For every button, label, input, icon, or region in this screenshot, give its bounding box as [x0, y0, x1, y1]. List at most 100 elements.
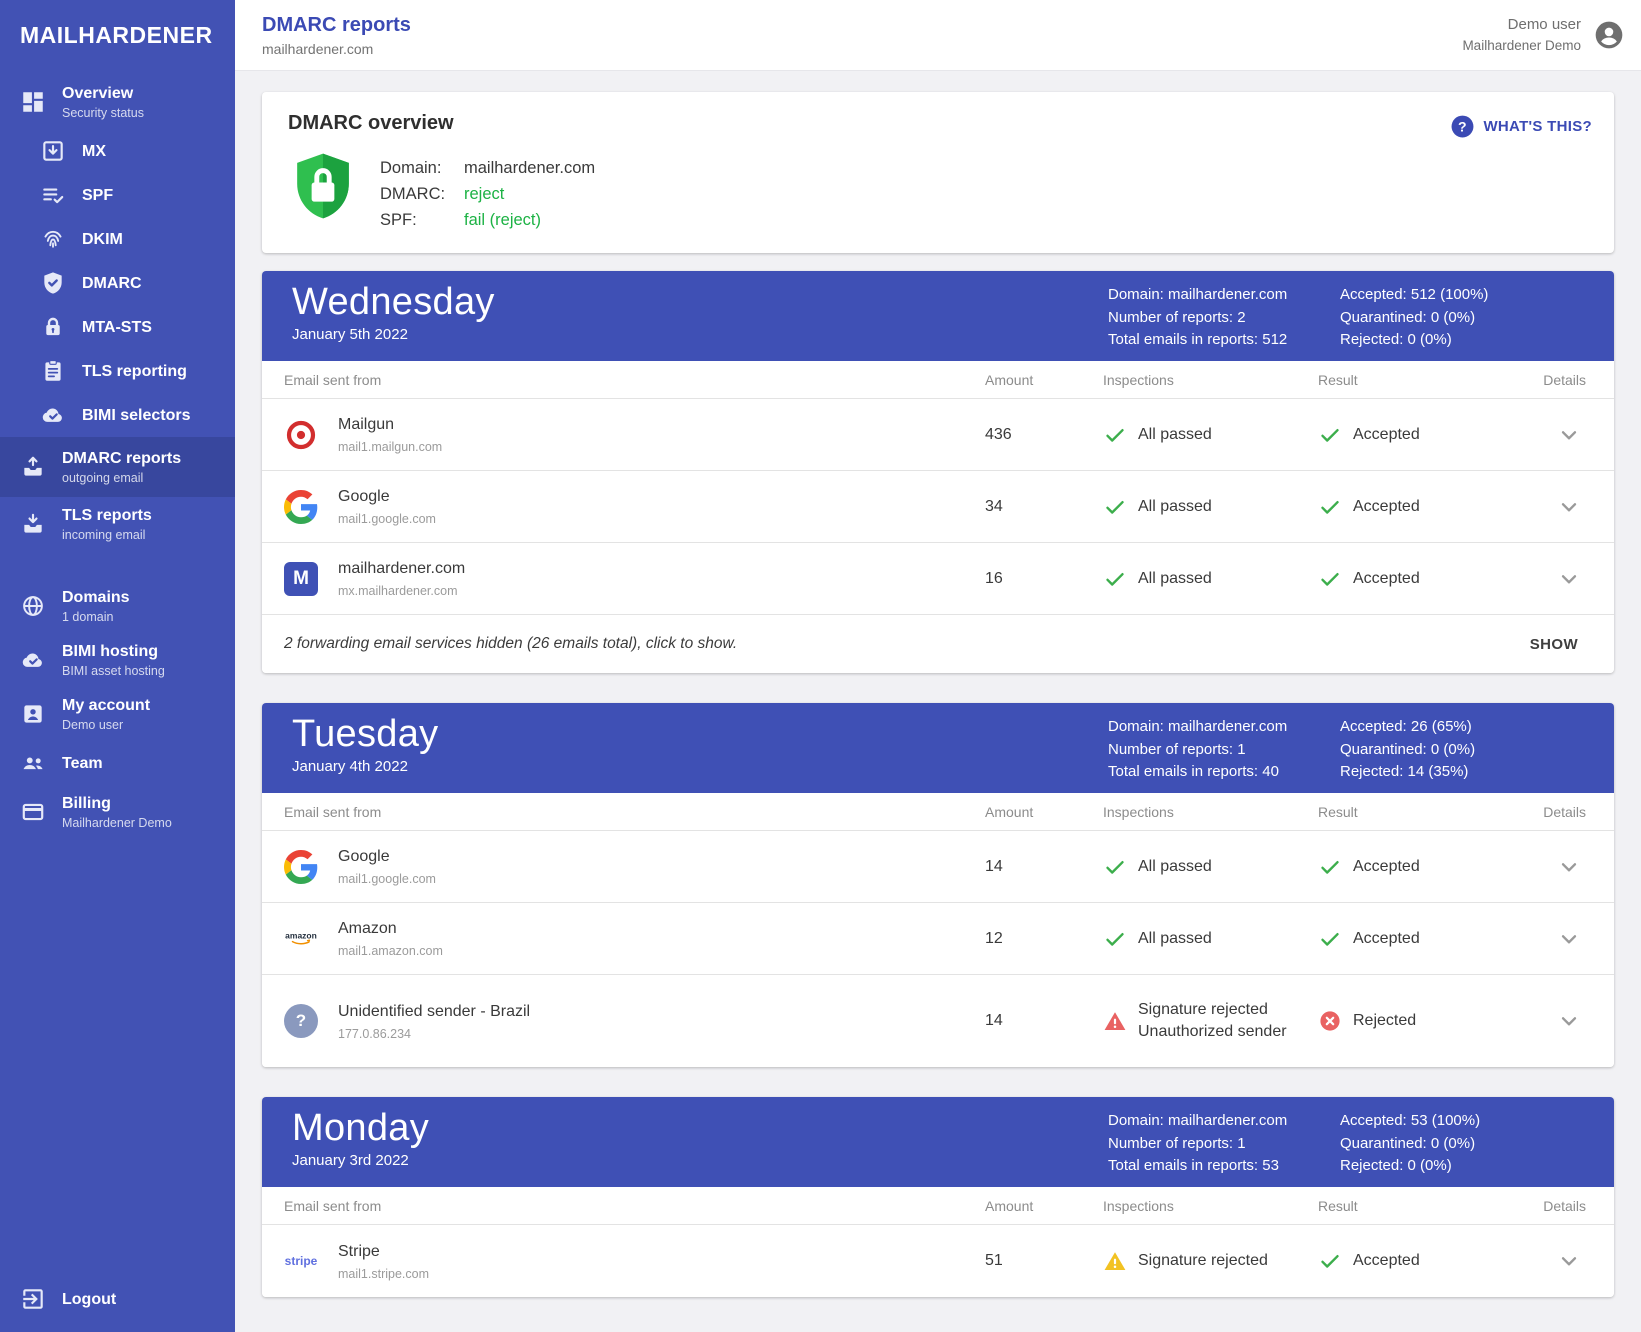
- overview-field-label: SPF:: [380, 207, 464, 233]
- amount-value: 34: [985, 498, 1103, 516]
- check-icon: [1103, 495, 1127, 519]
- column-header-details: Details: [1478, 1198, 1592, 1214]
- svg-text:amazon: amazon: [285, 930, 317, 940]
- column-header-result: Result: [1318, 1198, 1478, 1214]
- tray-up-icon: [20, 454, 46, 480]
- day-name: Wednesday: [292, 280, 495, 325]
- sidebar-item-dmarc-reports[interactable]: DMARC reports outgoing email: [0, 437, 235, 497]
- hidden-services-text: 2 forwarding email services hidden (26 e…: [284, 635, 737, 653]
- sidebar-item-dkim[interactable]: DKIM: [0, 217, 235, 261]
- sender-host: mx.mailhardener.com: [338, 584, 465, 598]
- sidebar-item-tls-reports[interactable]: TLS reports incoming email: [0, 497, 235, 551]
- sidebar-item-mta-sts[interactable]: MTA-STS: [0, 305, 235, 349]
- inspection-text: Unauthorized sender: [1138, 1021, 1287, 1043]
- sender-host: mail1.google.com: [338, 872, 436, 886]
- user-organization: Mailhardener Demo: [1462, 36, 1581, 56]
- user-name: Demo user: [1462, 14, 1581, 36]
- overview-field: DMARC: reject: [380, 181, 595, 207]
- dashboard-icon: [20, 89, 46, 115]
- sidebar-item-bimi-selectors[interactable]: BIMI selectors: [0, 393, 235, 437]
- sidebar-item-domains[interactable]: Domains 1 domain: [0, 579, 235, 633]
- whats-this-label: WHAT'S THIS?: [1483, 118, 1592, 135]
- sidebar-item-label: BIMI hosting: [62, 642, 165, 661]
- amount-value: 16: [985, 570, 1103, 588]
- mailhardener-logo-icon: M: [284, 562, 318, 596]
- overview-field-label: Domain:: [380, 155, 464, 181]
- hidden-services-row[interactable]: 2 forwarding email services hidden (26 e…: [262, 615, 1614, 673]
- sidebar: MAILHARDENER Overview Security status MX…: [0, 0, 235, 1332]
- sender-name: Google: [338, 847, 436, 867]
- check-icon: [1318, 855, 1342, 879]
- cloud-check-icon: [40, 402, 66, 428]
- stat-line: Number of reports: 2: [1108, 307, 1340, 330]
- show-button[interactable]: SHOW: [1524, 628, 1584, 661]
- day-stats: Domain: mailhardener.comNumber of report…: [1108, 703, 1592, 793]
- details-expand-chevron-down-icon[interactable]: [1556, 1008, 1582, 1034]
- table-row: ? Unidentified sender - Brazil 177.0.86.…: [262, 975, 1614, 1067]
- column-header-details: Details: [1478, 804, 1592, 820]
- sidebar-item-dmarc[interactable]: DMARC: [0, 261, 235, 305]
- sidebar-item-bimi-hosting[interactable]: BIMI hosting BIMI asset hosting: [0, 633, 235, 687]
- sender-name: Mailgun: [338, 415, 442, 435]
- sidebar-item-tls-reporting[interactable]: TLS reporting: [0, 349, 235, 393]
- column-header-result: Result: [1318, 372, 1478, 388]
- sender-host: mail1.google.com: [338, 512, 436, 526]
- dmarc-overview-card: DMARC overview ? WHAT'S THIS? Domain: ma…: [262, 92, 1614, 253]
- table-header-row: Email sent from Amount Inspections Resul…: [262, 1187, 1614, 1225]
- sidebar-item-overview[interactable]: Overview Security status: [0, 75, 235, 129]
- check-icon: [1318, 927, 1342, 951]
- sidebar-item-label: SPF: [82, 186, 113, 205]
- page-title: DMARC reports: [262, 14, 411, 37]
- inspection-text: All passed: [1138, 928, 1212, 950]
- google-logo-icon: [284, 490, 318, 524]
- cloud-check-icon: [20, 647, 46, 673]
- details-expand-chevron-down-icon[interactable]: [1556, 854, 1582, 880]
- stat-line: Domain: mailhardener.com: [1108, 716, 1340, 739]
- result-text: Accepted: [1353, 498, 1420, 516]
- logout-button[interactable]: Logout: [0, 1270, 235, 1332]
- user-menu: Demo user Mailhardener Demo: [1462, 14, 1641, 56]
- sidebar-item-spf[interactable]: SPF: [0, 173, 235, 217]
- question-logo-icon: ?: [284, 1004, 318, 1038]
- inspection-text: All passed: [1138, 568, 1212, 590]
- column-header-inspections: Inspections: [1103, 1198, 1318, 1214]
- svg-text:?: ?: [1459, 118, 1468, 134]
- overview-field-value: reject: [464, 181, 504, 207]
- sidebar-item-subtitle: 1 domain: [62, 610, 130, 624]
- sender-name: Google: [338, 487, 436, 507]
- check-icon: [1318, 423, 1342, 447]
- column-header-amount: Amount: [985, 804, 1103, 820]
- details-expand-chevron-down-icon[interactable]: [1556, 494, 1582, 520]
- column-header-inspections: Inspections: [1103, 372, 1318, 388]
- warn-yellow-icon: [1103, 1249, 1127, 1273]
- table-row: Mailgun mail1.mailgun.com 436 All passed…: [262, 399, 1614, 471]
- sidebar-item-label: My account: [62, 696, 150, 715]
- sidebar-item-subtitle: incoming email: [62, 528, 152, 542]
- details-expand-chevron-down-icon[interactable]: [1556, 1248, 1582, 1274]
- overview-field: SPF: fail (reject): [380, 207, 595, 233]
- details-expand-chevron-down-icon[interactable]: [1556, 422, 1582, 448]
- sidebar-item-billing[interactable]: Billing Mailhardener Demo: [0, 785, 235, 839]
- stat-line: Total emails in reports: 40: [1108, 761, 1340, 784]
- sidebar-item-label: DMARC reports: [62, 449, 181, 468]
- whats-this-button[interactable]: ? WHAT'S THIS?: [1450, 114, 1592, 139]
- check-icon: [1318, 495, 1342, 519]
- page-subtitle: mailhardener.com: [262, 41, 411, 57]
- details-expand-chevron-down-icon[interactable]: [1556, 926, 1582, 952]
- sender-host: mail1.stripe.com: [338, 1267, 429, 1281]
- table-row: Google mail1.google.com 14 All passed Ac…: [262, 831, 1614, 903]
- column-header-amount: Amount: [985, 1198, 1103, 1214]
- sidebar-item-team[interactable]: Team: [0, 741, 235, 785]
- day-date: January 3rd 2022: [292, 1152, 429, 1169]
- badge-icon: [20, 701, 46, 727]
- check-icon: [1103, 855, 1127, 879]
- details-expand-chevron-down-icon[interactable]: [1556, 566, 1582, 592]
- stat-line: Accepted: 512 (100%): [1340, 284, 1592, 307]
- avatar-icon[interactable]: [1593, 19, 1625, 51]
- column-header-sender: Email sent from: [284, 372, 985, 388]
- sidebar-item-mx[interactable]: MX: [0, 129, 235, 173]
- amount-value: 14: [985, 858, 1103, 876]
- sender-host: mail1.amazon.com: [338, 944, 443, 958]
- day-stats: Domain: mailhardener.comNumber of report…: [1108, 271, 1592, 361]
- sidebar-item-my-account[interactable]: My account Demo user: [0, 687, 235, 741]
